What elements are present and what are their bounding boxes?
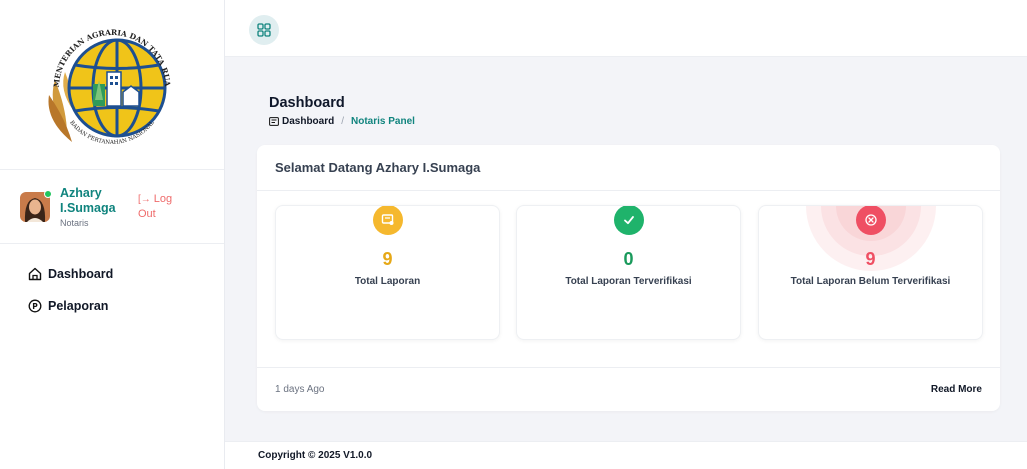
sidebar-menu: Dashboard P Pelaporan — [0, 244, 224, 322]
dashboard-card-icon — [269, 117, 279, 126]
stat-value: 9 — [865, 249, 876, 269]
stat-label: Total Laporan — [354, 276, 421, 287]
profile-name: Azhary I.Sumaga — [60, 185, 116, 215]
breadcrumb: Dashboard / Notaris Panel — [269, 116, 415, 127]
grid-icon — [257, 23, 271, 37]
stat-value: 0 — [623, 249, 634, 269]
welcome-card: Selamat Datang Azhary I.Sumaga 9 Total L… — [257, 145, 1000, 411]
sidebar-item-pelaporan[interactable]: P Pelaporan — [0, 290, 224, 322]
card-header: Selamat Datang Azhary I.Sumaga — [257, 145, 1000, 191]
sidebar-item-dashboard[interactable]: Dashboard — [0, 258, 224, 290]
sidebar: KEMENTERIAN AGRARIA DAN TATA RUANG BADAN… — [0, 0, 225, 469]
stat-card-belum-terverifikasi: 9 Total Laporan Belum Terverifikasi — [758, 205, 983, 340]
home-icon — [28, 267, 42, 281]
profile-role: Notaris — [60, 217, 89, 228]
page-title: Dashboard — [269, 95, 345, 111]
online-status-dot — [44, 189, 52, 198]
time-ago: 1 days Ago — [275, 384, 325, 395]
stat-label: Total Laporan Terverifikasi — [565, 276, 692, 287]
check-icon — [613, 206, 644, 235]
logout-button[interactable]: [→ Log Out — [138, 192, 182, 221]
card-footer: 1 days Ago Read More — [257, 367, 1000, 411]
stat-label: Total Laporan Belum Terverifikasi — [790, 276, 951, 287]
topbar — [225, 0, 1027, 57]
profile-info: Azhary I.Sumaga Notaris — [60, 186, 130, 228]
sidebar-toggle-button[interactable] — [249, 15, 279, 45]
stat-card-terverifikasi: 0 Total Laporan Terverifikasi — [516, 205, 741, 340]
page-footer: Copyright © 2025 V1.0.0 — [225, 441, 1027, 469]
breadcrumb-separator: / — [341, 116, 345, 127]
report-icon — [372, 206, 403, 235]
logout-icon: [→ — [138, 194, 151, 205]
avatar[interactable] — [20, 189, 52, 222]
atr-bpn-logo: KEMENTERIAN AGRARIA DAN TATA RUANG BADAN… — [37, 10, 172, 146]
x-circle-icon — [855, 206, 886, 235]
user-profile: Azhary I.Sumaga Notaris [→ Log Out — [0, 170, 224, 244]
breadcrumb-item-dashboard[interactable]: Dashboard — [282, 116, 334, 127]
stat-card-total-laporan: 9 Total Laporan — [275, 205, 500, 340]
sidebar-item-label: Pelaporan — [48, 299, 109, 313]
breadcrumb-item-current: Notaris Panel — [351, 116, 415, 127]
sidebar-item-label: Dashboard — [48, 267, 114, 281]
svg-text:P: P — [32, 302, 38, 311]
logo-area: KEMENTERIAN AGRARIA DAN TATA RUANG BADAN… — [0, 0, 224, 170]
stat-value: 9 — [382, 249, 393, 269]
p-circle-icon: P — [28, 299, 42, 313]
read-more-link[interactable]: Read More — [931, 384, 982, 395]
